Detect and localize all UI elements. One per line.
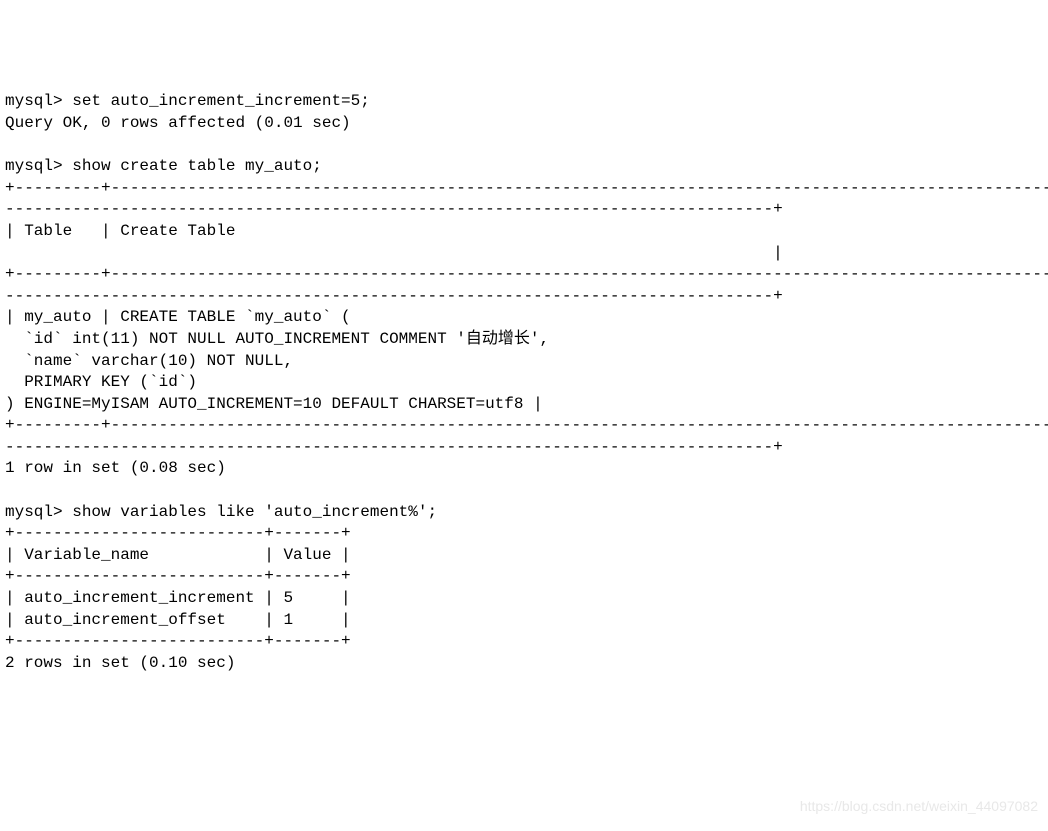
line: 1 row in set (0.08 sec) <box>5 459 226 477</box>
line: +---------+-----------------------------… <box>5 179 1048 197</box>
line: Query OK, 0 rows affected (0.01 sec) <box>5 114 351 132</box>
line: ----------------------------------------… <box>5 287 783 305</box>
line: 2 rows in set (0.10 sec) <box>5 654 235 672</box>
line: | auto_increment_increment | 5 | <box>5 589 351 607</box>
watermark-text: https://blog.csdn.net/weixin_44097082 <box>800 797 1038 816</box>
line: | <box>5 244 783 262</box>
line: PRIMARY KEY (`id`) <box>5 373 197 391</box>
line: `name` varchar(10) NOT NULL, <box>5 352 293 370</box>
line: ) ENGINE=MyISAM AUTO_INCREMENT=10 DEFAUL… <box>5 395 543 413</box>
line: mysql> set auto_increment_increment=5; <box>5 92 370 110</box>
line: `id` int(11) NOT NULL AUTO_INCREMENT COM… <box>5 330 549 348</box>
line: | my_auto | CREATE TABLE `my_auto` ( <box>5 308 351 326</box>
line: | Table | Create Table <box>5 222 235 240</box>
line: ----------------------------------------… <box>5 200 783 218</box>
line: +--------------------------+-------+ <box>5 524 351 542</box>
line: | Variable_name | Value | <box>5 546 351 564</box>
line: mysql> show create table my_auto; <box>5 157 322 175</box>
line: mysql> show variables like 'auto_increme… <box>5 503 437 521</box>
line: +---------+-----------------------------… <box>5 416 1048 434</box>
line: +---------+-----------------------------… <box>5 265 1048 283</box>
line: | auto_increment_offset | 1 | <box>5 611 351 629</box>
terminal-output: mysql> set auto_increment_increment=5; Q… <box>5 91 1043 674</box>
line: ----------------------------------------… <box>5 438 783 456</box>
line: +--------------------------+-------+ <box>5 567 351 585</box>
